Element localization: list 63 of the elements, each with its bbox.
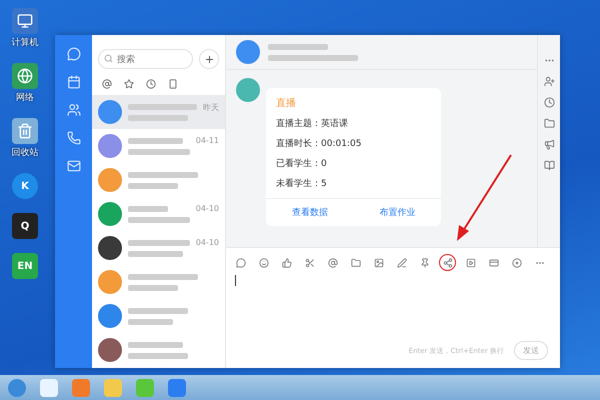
blurred-preview	[128, 318, 173, 324]
group-avatar	[236, 40, 260, 64]
blurred-name	[128, 206, 168, 212]
blurred-name	[128, 104, 197, 110]
card-line: 已看学生：0	[276, 158, 328, 170]
penguin-icon[interactable]: Q	[12, 213, 38, 239]
network-icon[interactable]	[12, 63, 38, 89]
card-line: 直播主题：英语课	[276, 118, 349, 130]
card-action[interactable]: 查看数据	[266, 199, 354, 226]
card-title: 直播	[276, 96, 297, 110]
mail-icon[interactable]	[66, 159, 80, 173]
blurred-preview	[128, 182, 178, 188]
contacts-icon[interactable]	[66, 103, 80, 117]
phone-icon[interactable]	[66, 131, 80, 145]
add-button[interactable]	[199, 49, 219, 69]
text-cursor	[235, 275, 236, 286]
send-button[interactable]: 发送	[514, 341, 548, 360]
conversation-item[interactable]: 昨天	[92, 95, 225, 129]
trash-icon[interactable]	[12, 118, 38, 144]
computer-icon[interactable]	[12, 8, 38, 34]
blurred-name	[128, 138, 183, 144]
desktop-icon-label: 网络	[16, 92, 34, 104]
blurred-title	[268, 44, 328, 50]
star-filter-icon[interactable]	[124, 79, 134, 89]
card-line: 直播时长：00:01:05	[276, 138, 362, 150]
card-action[interactable]: 布置作业	[354, 199, 441, 226]
blurred-name	[128, 274, 198, 280]
plus-icon	[204, 54, 214, 64]
conversation-time: 04-10	[196, 238, 219, 247]
blurred-preview	[128, 148, 190, 154]
desktop-icon-label: 计算机	[12, 36, 38, 49]
conversation-time: 昨天	[203, 102, 219, 113]
app-taskbar-icon[interactable]	[168, 378, 186, 396]
blurred-name	[128, 172, 198, 178]
start-icon[interactable]	[8, 378, 26, 396]
blurred-name	[128, 308, 188, 314]
conversation-time: 04-11	[196, 136, 219, 145]
k-app-icon[interactable]: K	[12, 173, 38, 199]
search-icon	[104, 54, 113, 63]
blurred-preview	[128, 216, 190, 222]
desktop-icon-label: 回收站	[12, 146, 38, 159]
card-line: 未看学生：5	[276, 178, 328, 190]
blurred-preview	[128, 352, 188, 358]
blurred-preview	[128, 250, 183, 256]
search-field[interactable]: 搜索	[98, 49, 193, 69]
blurred-name	[128, 342, 183, 348]
phone-filter-icon[interactable]	[168, 79, 178, 89]
clock-filter-icon[interactable]	[146, 79, 156, 89]
en-app-icon[interactable]: EN	[12, 253, 38, 279]
megaphone-icon[interactable]	[544, 139, 554, 150]
blurred-name	[128, 240, 190, 246]
sender-avatar	[236, 78, 260, 102]
blurred-preview	[128, 114, 188, 120]
add-user-icon[interactable]	[544, 76, 554, 87]
chat-icon[interactable]	[66, 47, 80, 61]
blurred-preview	[128, 284, 178, 290]
calendar-icon[interactable]	[66, 75, 80, 89]
conversation-time: 04-10	[196, 204, 219, 213]
live-tool-icon[interactable]	[439, 254, 456, 271]
at-filter-icon[interactable]	[102, 79, 112, 89]
book-icon[interactable]	[544, 160, 554, 171]
clock-icon[interactable]	[544, 97, 554, 108]
folder-icon[interactable]	[544, 118, 554, 129]
